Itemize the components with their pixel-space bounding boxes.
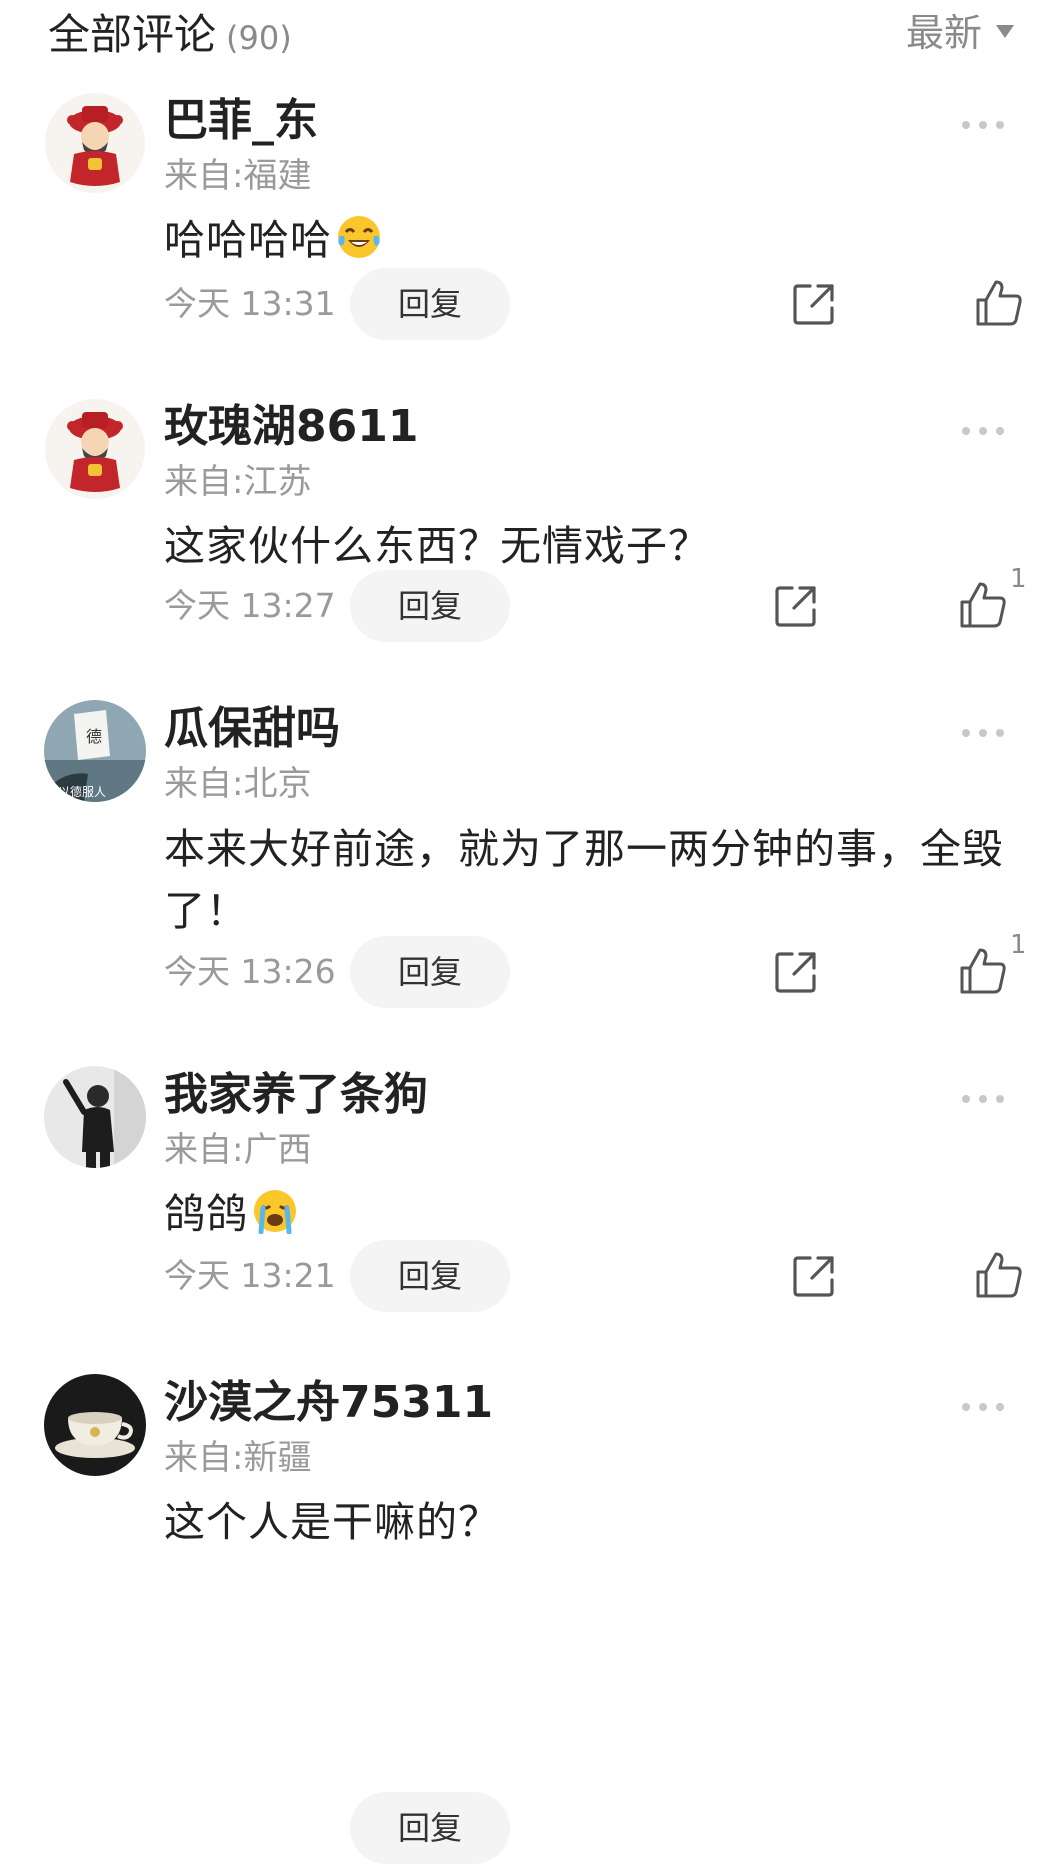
comment-text: 鸽鸽 [164, 1184, 1014, 1244]
comment-meta: 今天 13:27 回复 1 [164, 564, 1027, 642]
avatar[interactable] [44, 1066, 146, 1168]
svg-text:以德服人: 以德服人 [58, 784, 106, 799]
reply-button[interactable]: 回复 [350, 570, 510, 642]
comment-time: 今天 13:27 [164, 586, 336, 625]
comment-text: 本来大好前途，就为了那一两分钟的事，全毁了！ [164, 818, 1014, 942]
comment-meta: 今天 13:31 回复 [164, 268, 1024, 340]
comment-meta: 今天 13:26 回复 1 [164, 930, 1027, 1008]
comment-time: 今天 13:26 [164, 952, 336, 991]
comment-meta: 回复 [164, 1792, 1024, 1864]
svg-text:德: 德 [86, 727, 102, 746]
comment-text: 这个人是干嘛的？ [164, 1492, 1014, 1552]
sort-button[interactable]: 最新 [905, 4, 1014, 55]
location: 来自:广西 [164, 1130, 312, 1170]
comment-text: 哈哈哈哈 [164, 210, 1014, 270]
share-icon[interactable] [772, 582, 820, 630]
share-icon[interactable] [790, 280, 838, 328]
avatar-photo-icon [44, 1066, 146, 1168]
more-dots-icon[interactable] [958, 1084, 1008, 1114]
laughing-tears-emoji-icon [336, 214, 382, 260]
username[interactable]: 我家养了条狗 [164, 1066, 428, 1124]
share-icon[interactable] [790, 1252, 838, 1300]
username[interactable]: 沙漠之舟75311 [164, 1374, 493, 1432]
thumbs-up-icon[interactable] [974, 1250, 1024, 1300]
comment-time: 今天 13:31 [164, 284, 336, 323]
avatar[interactable] [44, 398, 146, 500]
avatar-caishen-icon [44, 92, 146, 194]
avatar-caishen-icon [44, 398, 146, 500]
username[interactable]: 瓜保甜吗 [164, 700, 340, 758]
comment-meta: 今天 13:21 回复 [164, 1240, 1024, 1312]
reply-button[interactable]: 回复 [350, 936, 510, 1008]
comment-text-content: 本来大好前途，就为了那一两分钟的事，全毁了！ [164, 825, 1004, 935]
comments-header: 全部评论 (90) 最新 [0, 0, 1048, 72]
comments-title: 全部评论 (90) [48, 6, 292, 67]
share-icon[interactable] [772, 948, 820, 996]
comments-count: (90) [226, 19, 292, 57]
location: 来自:新疆 [164, 1438, 312, 1478]
location: 来自:北京 [164, 764, 312, 804]
thumbs-up-icon[interactable] [958, 580, 1008, 630]
avatar[interactable]: 德 以德服人 [44, 700, 146, 802]
avatar-teacup-icon [44, 1374, 146, 1476]
comment-text-content: 鸽鸽 [164, 1190, 248, 1238]
comment-text: 这家伙什么东西？无情戏子？ [164, 516, 1014, 576]
avatar[interactable] [44, 1374, 146, 1476]
comment-time: 今天 13:21 [164, 1256, 336, 1295]
username[interactable]: 巴菲_东 [164, 92, 318, 150]
sort-label: 最新 [905, 10, 982, 55]
reply-button[interactable]: 回复 [350, 268, 510, 340]
avatar[interactable] [44, 92, 146, 194]
more-dots-icon[interactable] [958, 110, 1008, 140]
crying-emoji-icon [252, 1188, 298, 1235]
reply-button[interactable]: 回复 [350, 1792, 510, 1864]
comment-text-content: 哈哈哈哈 [164, 216, 332, 264]
comment-text-content: 这家伙什么东西？无情戏子？ [164, 522, 710, 570]
like-count: 1 [1010, 564, 1027, 594]
more-dots-icon[interactable] [958, 416, 1008, 446]
comments-title-text: 全部评论 [48, 10, 217, 59]
more-dots-icon[interactable] [958, 1392, 1008, 1422]
caret-down-icon [996, 24, 1014, 38]
thumbs-up-icon[interactable] [974, 278, 1024, 328]
location: 来自:福建 [164, 156, 312, 196]
thumbs-up-icon[interactable] [958, 946, 1008, 996]
like-count: 1 [1010, 930, 1027, 960]
more-dots-icon[interactable] [958, 718, 1008, 748]
comment-text-content: 这个人是干嘛的？ [164, 1498, 500, 1546]
reply-button[interactable]: 回复 [350, 1240, 510, 1312]
username[interactable]: 玫瑰湖8611 [164, 398, 418, 456]
avatar-photo-icon: 德 以德服人 [44, 700, 146, 802]
location: 来自:江苏 [164, 462, 312, 502]
